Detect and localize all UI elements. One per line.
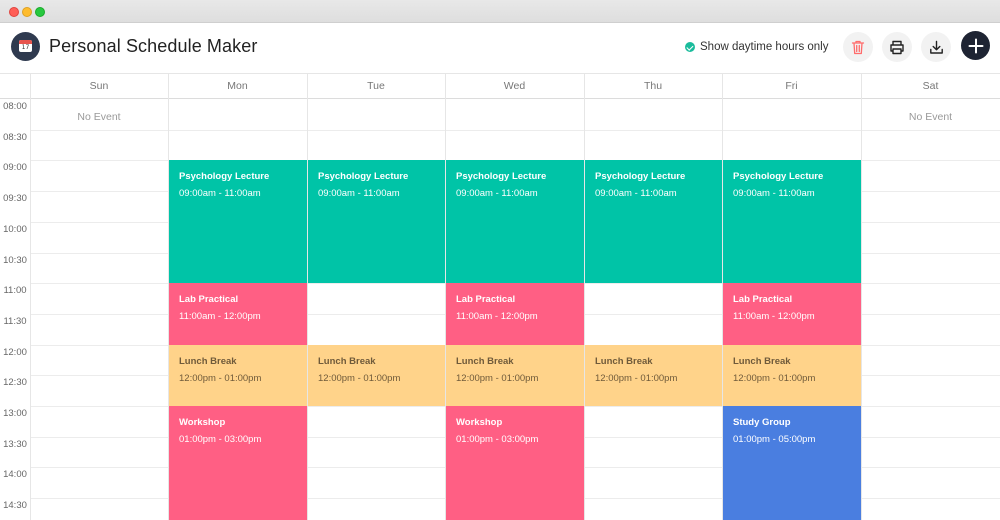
schedule-grid: Sun Mon Tue Wed Thu Fri Sat 08:00 08:30 09:00 09:3… — [0, 73, 1000, 520]
event-block[interactable]: Psychology Lecture 09:00am - 11:00am — [446, 160, 584, 284]
calendar-app-icon — [11, 32, 40, 61]
event-block[interactable]: Workshop 01:00pm - 03:00pm — [169, 406, 307, 520]
show-daytime-toggle[interactable]: Show daytime hours only — [685, 39, 828, 55]
event-time: 09:00am - 11:00am — [318, 188, 400, 200]
event-block[interactable]: Lunch Break 12:00pm - 01:00pm — [308, 344, 445, 406]
event-time: 11:00am - 12:00pm — [456, 311, 538, 323]
app-header: Personal Schedule Maker Show daytime hou… — [0, 23, 1000, 73]
event-time: 12:00pm - 01:00pm — [318, 372, 401, 384]
event-block[interactable]: Lunch Break 12:00pm - 01:00pm — [585, 344, 722, 406]
event-title: Lunch Break — [595, 355, 653, 367]
no-event-label: No Event — [77, 111, 121, 123]
event-title: Lab Practical — [179, 294, 239, 306]
trash-icon — [851, 40, 865, 54]
event-block[interactable]: Psychology Lecture 09:00am - 11:00am — [169, 160, 307, 284]
event-title: Psychology Lecture — [733, 171, 824, 183]
checkmark-icon — [685, 42, 695, 52]
time-label: 14:30 — [3, 500, 27, 512]
event-title: Psychology Lecture — [318, 171, 409, 183]
event-block[interactable]: Lunch Break 12:00pm - 01:00pm — [169, 344, 307, 406]
time-label: 13:30 — [3, 438, 27, 450]
event-time: 12:00pm - 01:00pm — [179, 372, 262, 384]
app-title: Personal Schedule Maker — [49, 36, 258, 56]
time-label: 13:00 — [3, 408, 27, 419]
event-title: Psychology Lecture — [179, 171, 270, 183]
download-button[interactable] — [921, 32, 951, 62]
time-label: 09:30 — [3, 193, 27, 205]
event-time: 09:00am - 11:00am — [179, 188, 261, 200]
add-event-button[interactable] — [961, 31, 990, 60]
header-divider — [0, 98, 1000, 99]
day-column-divider — [30, 74, 31, 520]
time-label: 10:30 — [3, 254, 27, 266]
event-block[interactable]: Lab Practical 11:00am - 12:00pm — [446, 283, 584, 345]
event-time: 12:00pm - 01:00pm — [456, 372, 539, 384]
day-column-divider — [584, 74, 585, 520]
event-title: Lunch Break — [318, 355, 376, 367]
event-block[interactable]: Study Group 01:00pm - 05:00pm — [723, 406, 861, 520]
event-time: 11:00am - 12:00pm — [179, 311, 261, 323]
event-title: Lunch Break — [179, 355, 237, 367]
event-time: 01:00pm - 03:00pm — [456, 434, 539, 445]
event-block[interactable]: Psychology Lecture 09:00am - 11:00am — [308, 160, 445, 284]
delete-button[interactable] — [843, 32, 873, 62]
event-time: 01:00pm - 03:00pm — [179, 434, 262, 445]
time-label: 12:00 — [3, 346, 27, 358]
day-header-sun: Sun — [89, 80, 109, 92]
event-title: Lunch Break — [733, 355, 791, 367]
time-label: 08:00 — [3, 101, 27, 112]
event-title: Lab Practical — [733, 294, 793, 306]
event-block[interactable]: Lunch Break 12:00pm - 01:00pm — [723, 344, 861, 406]
show-daytime-label: Show daytime hours only — [700, 41, 829, 53]
event-block[interactable]: Workshop 01:00pm - 03:00pm — [446, 406, 584, 520]
event-time: 11:00am - 12:00pm — [733, 311, 815, 323]
event-time: 09:00am - 11:00am — [733, 188, 815, 200]
day-header-mon: Mon — [227, 80, 248, 92]
close-window-button[interactable] — [9, 7, 19, 17]
day-header-wed: Wed — [503, 80, 526, 92]
event-block[interactable]: Lab Practical 11:00am - 12:00pm — [169, 283, 307, 345]
printer-icon — [890, 40, 904, 54]
day-header-tue: Tue — [367, 80, 385, 92]
day-header-sat: Sat — [922, 80, 939, 92]
time-label: 12:30 — [3, 377, 27, 389]
event-title: Workshop — [456, 417, 503, 428]
time-label: 10:00 — [3, 223, 27, 235]
day-column-divider — [861, 74, 862, 520]
event-time: 12:00pm - 01:00pm — [595, 372, 678, 384]
time-label: 09:00 — [3, 162, 27, 174]
minimize-window-button[interactable] — [22, 7, 32, 17]
event-block[interactable]: Lab Practical 11:00am - 12:00pm — [723, 283, 861, 345]
event-time: 01:00pm - 05:00pm — [733, 434, 816, 445]
event-title: Study Group — [733, 417, 791, 428]
time-label: 08:30 — [3, 131, 27, 143]
day-header-fri: Fri — [785, 80, 798, 92]
event-time: 12:00pm - 01:00pm — [733, 372, 816, 384]
print-button[interactable] — [882, 32, 912, 62]
event-block[interactable]: Psychology Lecture 09:00am - 11:00am — [585, 160, 722, 284]
event-title: Lunch Break — [456, 355, 514, 367]
time-label: 11:30 — [3, 315, 27, 327]
no-event-label: No Event — [908, 111, 953, 123]
event-title: Psychology Lecture — [595, 171, 686, 183]
event-title: Workshop — [179, 417, 226, 428]
event-title: Psychology Lecture — [456, 171, 547, 183]
day-header-thu: Thu — [643, 80, 663, 92]
download-icon — [929, 40, 943, 54]
plus-icon — [968, 38, 983, 53]
time-label: 14:00 — [3, 469, 27, 481]
event-title: Lab Practical — [456, 294, 516, 306]
time-label: 11:00 — [3, 285, 27, 297]
day-column-divider — [307, 74, 308, 520]
window-titlebar — [0, 0, 1000, 23]
hour-gridline — [30, 129, 1000, 131]
event-block[interactable]: Psychology Lecture 09:00am - 11:00am — [723, 160, 861, 284]
event-time: 09:00am - 11:00am — [456, 188, 538, 200]
maximize-window-button[interactable] — [35, 7, 45, 17]
event-block[interactable]: Lunch Break 12:00pm - 01:00pm — [446, 344, 584, 406]
event-time: 09:00am - 11:00am — [595, 188, 677, 200]
